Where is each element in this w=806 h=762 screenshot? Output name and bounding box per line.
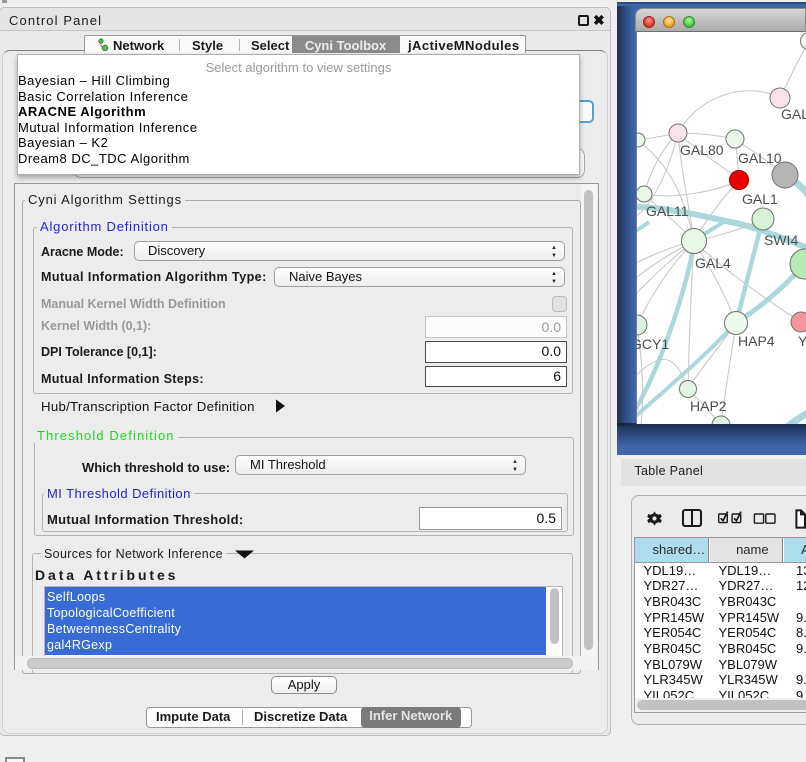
svg-text:SWI4: SWI4 — [764, 232, 798, 248]
svg-text:GAL4: GAL4 — [695, 255, 731, 271]
svg-text:HAP2: HAP2 — [690, 398, 727, 414]
svg-text:HAP4: HAP4 — [738, 333, 775, 349]
svg-text:GAL11: GAL11 — [646, 203, 689, 219]
svg-text:GAL1: GAL1 — [742, 191, 778, 207]
svg-text:Y: Y — [798, 333, 806, 349]
svg-text:GAL10: GAL10 — [738, 150, 782, 166]
svg-text:GAL80: GAL80 — [680, 142, 724, 158]
svg-text:GAL7: GAL7 — [781, 106, 806, 122]
svg-text:GCY1: GCY1 — [637, 336, 669, 352]
